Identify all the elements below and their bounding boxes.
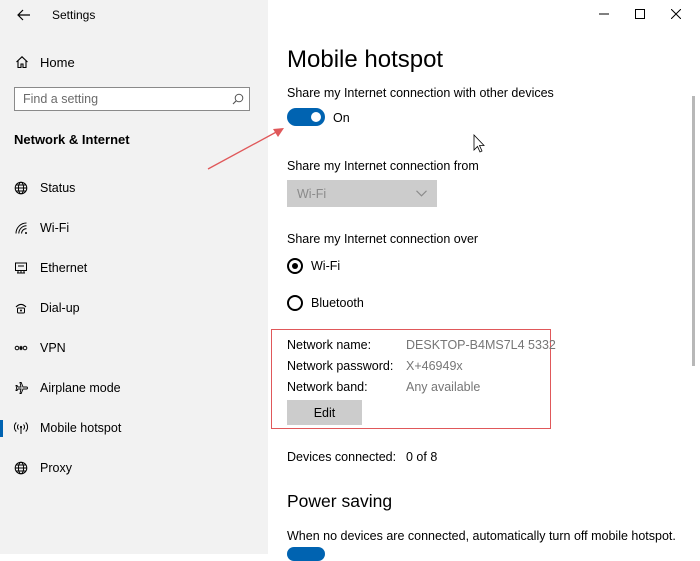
sidebar-item-label: Airplane mode xyxy=(40,381,121,395)
network-band-value: Any available xyxy=(406,380,481,394)
app-title: Settings xyxy=(52,8,96,22)
close-button[interactable] xyxy=(658,0,694,28)
power-saving-description: When no devices are connected, automatic… xyxy=(287,529,676,543)
share-from-label: Share my Internet connection from xyxy=(287,159,479,173)
arrow-left-icon xyxy=(17,9,30,21)
edit-button[interactable]: Edit xyxy=(287,400,362,425)
sidebar-item-wifi[interactable]: Wi-Fi xyxy=(0,212,268,244)
section-title: Network & Internet xyxy=(14,132,130,147)
minimize-button[interactable] xyxy=(586,0,622,28)
sidebar-item-label: Mobile hotspot xyxy=(40,421,122,435)
search-box[interactable] xyxy=(14,87,250,111)
power-saving-title: Power saving xyxy=(287,491,393,511)
globe-icon xyxy=(13,461,29,475)
devices-connected-value: 0 of 8 xyxy=(406,450,438,464)
share-from-value: Wi-Fi xyxy=(297,186,327,201)
sidebar-item-label: Wi-Fi xyxy=(40,221,70,235)
mouse-cursor-icon xyxy=(473,134,485,153)
hotspot-icon xyxy=(13,421,29,435)
network-name-value: DESKTOP-B4MS7L4 5332 xyxy=(406,338,556,352)
page-title: Mobile hotspot xyxy=(287,46,444,73)
power-saving-toggle[interactable] xyxy=(287,547,325,561)
maximize-icon xyxy=(635,9,645,19)
toggle-knob xyxy=(311,112,321,122)
sidebar-item-ethernet[interactable]: Ethernet xyxy=(0,252,268,284)
share-over-label: Share my Internet connection over xyxy=(287,232,479,246)
active-indicator xyxy=(0,420,3,437)
search-icon[interactable] xyxy=(227,93,249,105)
chevron-down-icon xyxy=(416,190,427,197)
airplane-icon xyxy=(13,381,29,395)
devices-connected-label: Devices connected: xyxy=(287,450,397,464)
network-password-value: X+46949x xyxy=(406,359,463,373)
sidebar: Settings Home Network & Internet Status xyxy=(0,0,268,554)
sidebar-item-label: Dial-up xyxy=(40,301,80,315)
globe-icon xyxy=(13,181,29,195)
close-icon xyxy=(671,9,681,19)
sidebar-item-label: Proxy xyxy=(40,461,72,475)
maximize-button[interactable] xyxy=(622,0,658,28)
sidebar-item-status[interactable]: Status xyxy=(0,172,268,204)
sidebar-item-label: Ethernet xyxy=(40,261,88,275)
network-name-label: Network name: xyxy=(287,338,372,352)
hotspot-toggle[interactable] xyxy=(287,108,325,126)
radio-bluetooth-label[interactable]: Bluetooth xyxy=(311,296,364,310)
radio-bluetooth[interactable] xyxy=(287,295,303,311)
scrollbar[interactable] xyxy=(692,96,695,366)
minimize-icon xyxy=(599,13,609,15)
ethernet-icon xyxy=(13,261,29,275)
back-button[interactable] xyxy=(12,4,36,26)
home-icon xyxy=(14,55,30,69)
sidebar-item-proxy[interactable]: Proxy xyxy=(0,452,268,484)
sidebar-item-home[interactable]: Home xyxy=(0,48,268,76)
search-input[interactable] xyxy=(15,89,227,109)
sidebar-item-airplane-mode[interactable]: Airplane mode xyxy=(0,372,268,404)
sidebar-item-mobile-hotspot[interactable]: Mobile hotspot xyxy=(0,412,268,444)
share-from-dropdown[interactable]: Wi-Fi xyxy=(287,180,437,207)
home-label: Home xyxy=(40,54,75,70)
wifi-icon xyxy=(13,221,29,235)
share-connection-label: Share my Internet connection with other … xyxy=(287,86,554,100)
radio-wifi-label[interactable]: Wi-Fi xyxy=(311,259,340,273)
network-password-label: Network password: xyxy=(287,359,394,373)
sidebar-item-dialup[interactable]: Dial-up xyxy=(0,292,268,324)
toggle-state-label: On xyxy=(333,111,350,125)
sidebar-item-label: VPN xyxy=(40,341,66,355)
sidebar-item-vpn[interactable]: VPN xyxy=(0,332,268,364)
radio-wifi[interactable] xyxy=(287,258,303,274)
vpn-icon xyxy=(13,341,29,355)
dialup-icon xyxy=(13,301,29,315)
network-band-label: Network band: xyxy=(287,380,368,394)
sidebar-item-label: Status xyxy=(40,181,76,195)
